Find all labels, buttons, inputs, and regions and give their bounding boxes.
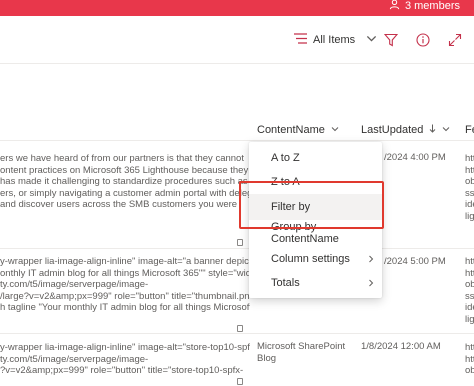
chevron-right-icon	[369, 279, 374, 287]
table-cell-line: htt	[465, 353, 474, 365]
column-header-next[interactable]: Fe	[465, 120, 474, 140]
next-column: htt htt ob ss ide lig htt htt ob ss ide …	[454, 140, 474, 386]
table-cell-line: lig	[465, 211, 474, 222]
table-cell-line: ty.com/t5/image/serverpage/image-	[0, 279, 149, 291]
person-icon	[389, 0, 400, 13]
column-header-label: Fe	[465, 124, 474, 136]
table-cell-line: onthly IT admin blog for all things Micr…	[0, 267, 250, 279]
table-cell-line: htt	[465, 153, 474, 164]
column-header-label: ContentName	[257, 124, 325, 136]
menu-item-filter-by[interactable]: Filter by	[249, 194, 382, 220]
chevron-down-icon	[361, 33, 378, 47]
menu-item-label: Column settings	[271, 253, 350, 265]
file-icon[interactable]	[237, 325, 243, 332]
table-cell-line: ers we have heard of from our partners i…	[0, 153, 244, 164]
view-label: All Items	[313, 34, 356, 46]
members-button[interactable]: 3 members	[389, 0, 460, 12]
table-cell-line: and discover users across the SMB custom…	[0, 199, 238, 211]
menu-item-group-by[interactable]: Group by ContentName	[249, 220, 382, 246]
site-header-banner: 3 members	[0, 0, 474, 16]
list-view-icon	[294, 33, 307, 47]
table-cell-line: ide	[465, 199, 474, 211]
chevron-right-icon	[369, 255, 374, 263]
table-cell-line: y-wrapper lia-image-align-inline" image-…	[0, 256, 250, 267]
file-icon[interactable]	[237, 239, 243, 246]
table-cell-line: ob	[465, 365, 474, 377]
menu-item-z-to-a[interactable]: Z to A	[249, 169, 382, 195]
filter-icon[interactable]	[383, 32, 399, 48]
table-cell-contentname[interactable]: Microsoft SharePoint	[257, 341, 345, 353]
table-cell-line: /large?v=v2&amp;px=999" role="button" ti…	[0, 290, 250, 302]
command-bar: All Items	[0, 16, 474, 64]
column-header-lastupdated[interactable]: LastUpdated	[361, 120, 450, 140]
table-cell-line: has made it challenging to standardize p…	[0, 176, 248, 188]
column-header-contentname[interactable]: ContentName	[257, 120, 339, 140]
table-cell-date: /2024 5:00 PM	[384, 256, 446, 267]
table-cell-line: lig	[465, 314, 474, 325]
file-icon[interactable]	[237, 378, 243, 385]
table-cell-date: /2024 4:00 PM	[384, 152, 446, 163]
view-switcher[interactable]: All Items	[294, 33, 378, 47]
expand-icon[interactable]	[447, 32, 463, 48]
menu-item-label: A to Z	[271, 152, 300, 164]
chevron-down-icon	[331, 124, 339, 136]
chevron-down-icon	[442, 124, 450, 136]
menu-item-label: Group by ContentName	[271, 221, 339, 245]
table-cell-line: ers, or simply navigating a customer adm…	[0, 187, 250, 199]
table-cell-line: ss	[465, 290, 474, 302]
column-header-label: LastUpdated	[361, 124, 424, 136]
table-cell-line: htt	[465, 256, 474, 267]
info-icon[interactable]	[415, 32, 431, 48]
menu-item-totals[interactable]: Totals	[249, 270, 382, 296]
description-column: ers we have heard of from our partners i…	[0, 140, 250, 386]
table-cell-line: ob	[465, 279, 474, 291]
menu-item-label: Z to A	[271, 176, 300, 188]
menu-item-a-to-z[interactable]: A to Z	[249, 145, 382, 171]
menu-item-label: Totals	[271, 277, 300, 289]
table-cell-line: ontent practices on Microsoft 365 Lighth…	[0, 164, 250, 176]
menu-item-column-settings[interactable]: Column settings	[249, 246, 382, 272]
table-cell-line: ss	[465, 187, 474, 199]
table-cell-line: y-wrapper lia-image-align-inline" image-…	[0, 342, 250, 353]
table-cell-line: htt	[465, 342, 474, 353]
table-cell-line: ?v=v2&amp;px=999" role="button" title="s…	[0, 365, 244, 377]
table-cell-line: ide	[465, 302, 474, 314]
menu-item-label: Filter by	[271, 201, 311, 213]
table-cell-line: htt	[465, 267, 474, 279]
table-cell-line: htt	[465, 164, 474, 176]
table-cell-line: h tagline "Your monthly IT admin blog fo…	[0, 302, 250, 314]
table-cell-date: 1/8/2024 12:00 AM	[361, 341, 441, 352]
members-label: 3 members	[404, 0, 460, 12]
sort-arrow-icon	[429, 124, 436, 136]
table-cell-contentname[interactable]: Blog	[257, 353, 276, 365]
column-context-menu: A to Z Z to A Filter by Group by Content…	[249, 142, 382, 298]
table-cell-line: ty.com/t5/image/serverpage/image-	[0, 353, 149, 365]
table-cell-line: ob	[465, 176, 474, 188]
